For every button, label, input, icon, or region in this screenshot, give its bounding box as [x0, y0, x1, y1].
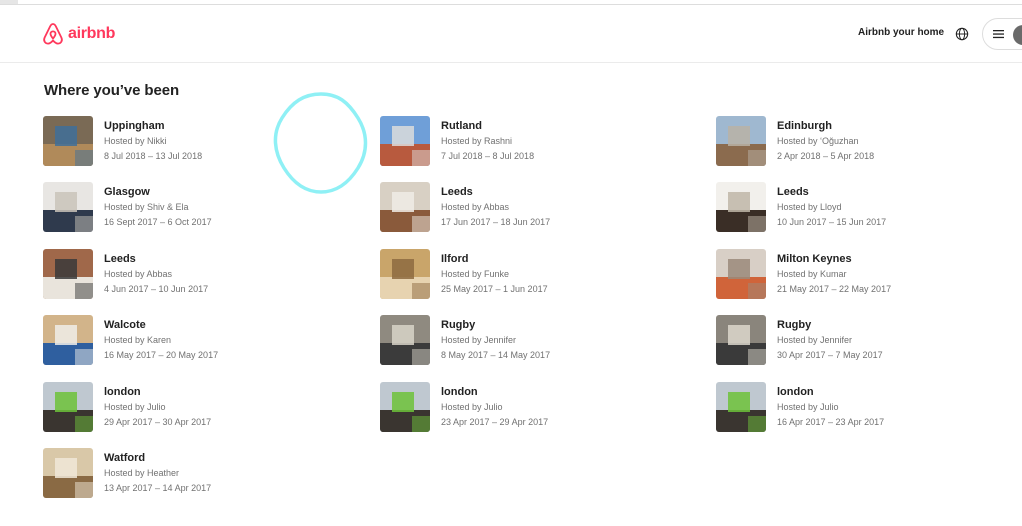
- trip-host: Hosted by Rashni: [441, 136, 513, 146]
- trip-dates: 2 Apr 2018 – 5 Apr 2018: [777, 151, 875, 161]
- listing-photo[interactable]: [716, 382, 766, 432]
- listing-photo[interactable]: [43, 382, 93, 432]
- listing-photo[interactable]: [716, 315, 766, 365]
- airbnb-your-home-link[interactable]: Airbnb your home: [858, 27, 944, 38]
- trip-place: Leeds: [441, 186, 473, 198]
- trip-item[interactable]: Leeds Hosted by Abbas 4 Jun 2017 – 10 Jun …: [43, 249, 343, 301]
- trip-dates: 7 Jul 2018 – 8 Jul 2018: [441, 151, 535, 161]
- trip-host: Hosted by Lloyd: [777, 202, 842, 212]
- trip-host: Hosted by Heather: [104, 468, 180, 478]
- trip-item[interactable]: Glasgow Hosted by Shiv & Ela 16 Sept 2017 …: [43, 182, 343, 234]
- listing-photo[interactable]: [43, 116, 93, 166]
- trip-place: Edinburgh: [777, 120, 832, 132]
- trip-place: Watford: [104, 452, 146, 464]
- trip-item[interactable]: Ilford Hosted by Funke 25 May 2017 – 1 Jun…: [380, 249, 680, 301]
- trip-item[interactable]: london Hosted by Julio 16 Apr 2017 – 23 Ap…: [716, 382, 1016, 434]
- trip-place: Glasgow: [104, 186, 150, 198]
- trip-item[interactable]: Uppingham Hosted by Nikki 8 Jul 2018 – 13 …: [43, 116, 343, 168]
- trip-dates: 17 Jun 2017 – 18 Jun 2017: [441, 217, 551, 227]
- listing-photo[interactable]: [43, 182, 93, 232]
- trip-item[interactable]: Leeds Hosted by Lloyd 10 Jun 2017 – 15 Jun…: [716, 182, 1016, 234]
- trip-dates: 13 Apr 2017 – 14 Apr 2017: [104, 483, 212, 493]
- trip-item[interactable]: Leeds Hosted by Abbas 17 Jun 2017 – 18 Jun…: [380, 182, 680, 234]
- trip-place: Walcote: [104, 319, 146, 331]
- trip-place: london: [777, 386, 814, 398]
- trip-place: Milton Keynes: [777, 253, 852, 265]
- profile-menu-button[interactable]: [982, 18, 1022, 50]
- trip-item[interactable]: Edinburgh Hosted by ‘Oğuzhan 2 Apr 2018 – …: [716, 116, 1016, 168]
- airbnb-logo[interactable]: airbnb: [42, 22, 115, 46]
- trip-dates: 16 May 2017 – 20 May 2017: [104, 350, 219, 360]
- listing-photo[interactable]: [43, 448, 93, 498]
- trip-place: Leeds: [777, 186, 809, 198]
- trip-host: Hosted by Shiv & Ela: [104, 202, 189, 212]
- trip-dates: 8 May 2017 – 14 May 2017: [441, 350, 551, 360]
- listing-photo[interactable]: [380, 315, 430, 365]
- trip-host: Hosted by Julio: [777, 402, 839, 412]
- trip-place: Rugby: [777, 319, 812, 331]
- trip-item[interactable]: Watford Hosted by Heather 13 Apr 2017 – 14…: [43, 448, 343, 500]
- listing-photo[interactable]: [716, 116, 766, 166]
- listing-photo[interactable]: [716, 182, 766, 232]
- trip-place: Leeds: [104, 253, 136, 265]
- trip-dates: 16 Apr 2017 – 23 Apr 2017: [777, 417, 885, 427]
- listing-photo[interactable]: [716, 249, 766, 299]
- trip-place: london: [441, 386, 478, 398]
- trip-item[interactable]: Walcote Hosted by Karen 16 May 2017 – 20 M…: [43, 315, 343, 367]
- listing-photo[interactable]: [380, 116, 430, 166]
- trip-host: Hosted by Karen: [104, 335, 172, 345]
- trip-item[interactable]: Rugby Hosted by Jennifer 8 May 2017 – 14 M…: [380, 315, 680, 367]
- trip-host: Hosted by Nikki: [104, 136, 167, 146]
- listing-photo[interactable]: [43, 249, 93, 299]
- listing-photo[interactable]: [380, 382, 430, 432]
- page-title: Where you’ve been: [44, 82, 180, 99]
- trip-item[interactable]: Rutland Hosted by Rashni 7 Jul 2018 – 8 Ju…: [380, 116, 680, 168]
- trip-host: Hosted by ‘Oğuzhan: [777, 136, 859, 146]
- trip-dates: 21 May 2017 – 22 May 2017: [777, 284, 892, 294]
- brand-name: airbnb: [68, 25, 116, 42]
- trip-place: london: [104, 386, 141, 398]
- trip-dates: 29 Apr 2017 – 30 Apr 2017: [104, 417, 212, 427]
- trip-item[interactable]: Milton Keynes Hosted by Kumar 21 May 2017 …: [716, 249, 1016, 301]
- listing-photo[interactable]: [380, 182, 430, 232]
- trip-place: Uppingham: [104, 120, 165, 132]
- trip-host: Hosted by Jennifer: [441, 335, 517, 345]
- trip-dates: 23 Apr 2017 – 29 Apr 2017: [441, 417, 549, 427]
- trip-item[interactable]: Rugby Hosted by Jennifer 30 Apr 2017 – 7 M…: [716, 315, 1016, 367]
- trip-item[interactable]: london Hosted by Julio 29 Apr 2017 – 30 Ap…: [43, 382, 343, 434]
- trip-dates: 8 Jul 2018 – 13 Jul 2018: [104, 151, 203, 161]
- user-avatar-icon: [1013, 25, 1022, 45]
- airbnb-logo-icon: [43, 23, 63, 45]
- trip-place: Ilford: [441, 253, 469, 265]
- site-header: airbnb Airbnb your home: [0, 5, 1022, 63]
- trip-host: Hosted by Jennifer: [777, 335, 853, 345]
- trip-dates: 25 May 2017 – 1 Jun 2017: [441, 284, 548, 294]
- hamburger-menu-icon: [993, 30, 1004, 39]
- trip-dates: 30 Apr 2017 – 7 May 2017: [777, 350, 883, 360]
- trip-host: Hosted by Abbas: [104, 269, 173, 279]
- trip-dates: 10 Jun 2017 – 15 Jun 2017: [777, 217, 887, 227]
- listing-photo[interactable]: [43, 315, 93, 365]
- trip-item[interactable]: london Hosted by Julio 23 Apr 2017 – 29 Ap…: [380, 382, 680, 434]
- trip-host: Hosted by Julio: [441, 402, 503, 412]
- listing-photo[interactable]: [380, 249, 430, 299]
- trip-host: Hosted by Funke: [441, 269, 510, 279]
- trip-host: Hosted by Kumar: [777, 269, 847, 279]
- trip-dates: 4 Jun 2017 – 10 Jun 2017: [104, 284, 209, 294]
- trip-place: Rutland: [441, 120, 482, 132]
- trip-host: Hosted by Abbas: [441, 202, 510, 212]
- trip-place: Rugby: [441, 319, 476, 331]
- globe-icon[interactable]: [955, 27, 969, 41]
- trip-host: Hosted by Julio: [104, 402, 166, 412]
- trip-dates: 16 Sept 2017 – 6 Oct 2017: [104, 217, 212, 227]
